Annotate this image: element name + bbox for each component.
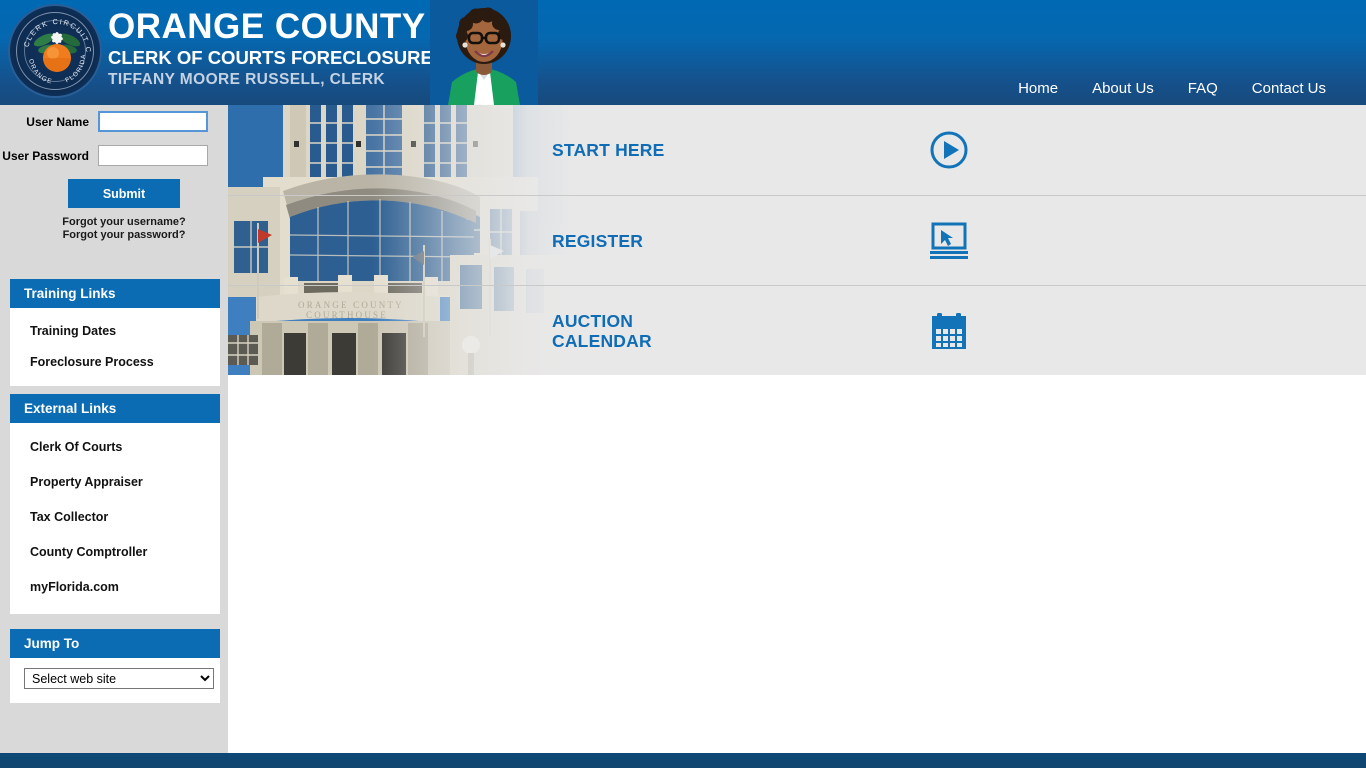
sidebar-item-myflorida[interactable]: myFlorida.com [10,571,220,604]
sidebar-item-clerk-of-courts[interactable]: Clerk Of Courts [10,431,220,466]
sidebar-section-training-links: Training Links Training Dates Foreclosur… [10,279,220,386]
sidebar-item-training-dates[interactable]: Training Dates [10,316,220,347]
nav-link-home[interactable]: Home [1018,80,1058,97]
section-title-external-links: External Links [10,394,220,423]
password-row: User Password [0,145,220,166]
sidebar-item-foreclosure-process[interactable]: Foreclosure Process [10,347,220,378]
sidebar: User Name User Password Submit Forgot yo… [0,105,228,753]
username-input[interactable] [98,111,208,132]
section-title-jump-to: Jump To [10,629,220,658]
hero-row-auction-calendar[interactable]: AUCTION CALENDAR [228,285,1366,375]
nav-link-about-us[interactable]: About Us [1092,80,1154,97]
hero-action-rows: START HERE REGISTER AUCTION CALENDAR [228,105,1366,375]
monitor-cursor-icon[interactable] [925,217,973,265]
section-body-external-links: Clerk Of Courts Property Appraiser Tax C… [10,423,220,614]
sidebar-item-county-comptroller[interactable]: County Comptroller [10,536,220,571]
hero-label-register: REGISTER [552,230,644,251]
primary-navigation[interactable]: Home About Us FAQ Contact Us [1018,80,1326,97]
forgot-username-link[interactable]: Forgot your username? [28,216,220,229]
sidebar-item-property-appraiser[interactable]: Property Appraiser [10,466,220,501]
sidebar-section-jump-to: Jump To Select web site [10,629,220,703]
main-content: ORANGE COUNTY COURTHOUSE [228,105,1366,753]
password-input[interactable] [98,145,208,166]
hero-label-auction-calendar: AUCTION CALENDAR [552,310,652,351]
login-form: User Name User Password Submit Forgot yo… [0,111,220,241]
play-circle-icon[interactable] [925,126,973,174]
calendar-icon[interactable] [925,307,973,355]
submit-button[interactable]: Submit [68,179,180,208]
sidebar-item-tax-collector[interactable]: Tax Collector [10,501,220,536]
submit-row: Submit [0,179,220,208]
site-header: CLERK CIRCUIT COURT ORANGE COUNTY FLORID… [0,0,1366,105]
hero-label-start-here: START HERE [552,140,665,160]
site-footer [0,753,1366,768]
page-body: User Name User Password Submit Forgot yo… [0,105,1366,753]
password-label: User Password [2,148,89,163]
forgot-links: Forgot your username? Forgot your passwo… [0,216,220,241]
hero-row-start-here[interactable]: START HERE [228,105,1366,195]
county-seal-logo: CLERK CIRCUIT COURT ORANGE COUNTY FLORID… [8,4,102,98]
nav-link-faq[interactable]: FAQ [1188,80,1218,97]
sidebar-edge-spacer [220,105,228,753]
forgot-password-link[interactable]: Forgot your password? [28,229,220,242]
section-body-training-links: Training Dates Foreclosure Process [10,308,220,386]
clerk-portrait-photo [430,0,538,105]
section-body-jump-to: Select web site [10,658,220,703]
nav-link-contact-us[interactable]: Contact Us [1252,80,1326,97]
hero-row-register[interactable]: REGISTER [228,195,1366,285]
section-title-training-links: Training Links [10,279,220,308]
username-label: User Name [26,114,89,129]
jump-to-select[interactable]: Select web site [24,668,214,689]
username-row: User Name [0,111,220,132]
hero-banner: ORANGE COUNTY COURTHOUSE [228,105,1366,375]
seal-artwork-icon: CLERK CIRCUIT COURT ORANGE COUNTY FLORID… [10,6,92,86]
sidebar-section-external-links: External Links Clerk Of Courts Property … [10,394,220,614]
